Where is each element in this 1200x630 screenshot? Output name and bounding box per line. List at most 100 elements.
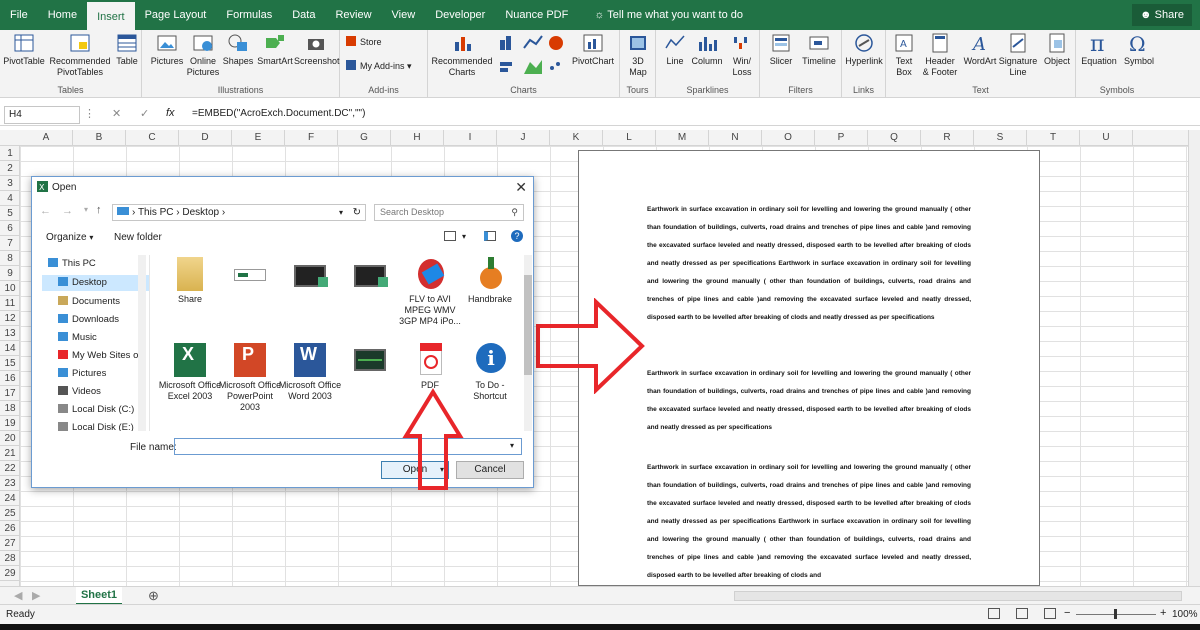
column-header[interactable]: R bbox=[921, 130, 974, 146]
row-header[interactable]: 18 bbox=[0, 401, 20, 416]
store-button[interactable]: Store bbox=[346, 36, 382, 48]
row-header[interactable]: 2 bbox=[0, 161, 20, 176]
help-icon[interactable]: ? bbox=[511, 230, 523, 242]
tab-home[interactable]: Home bbox=[38, 0, 87, 30]
row-header[interactable]: 12 bbox=[0, 311, 20, 326]
text-box-button[interactable]: A Text Box bbox=[890, 32, 918, 78]
share-button[interactable]: ☻ Share bbox=[1132, 4, 1192, 26]
row-header[interactable]: 17 bbox=[0, 386, 20, 401]
forward-icon[interactable]: → bbox=[62, 205, 73, 217]
column-header[interactable]: F bbox=[285, 130, 338, 146]
tree-item-my-web-sites[interactable]: My Web Sites on bbox=[58, 350, 144, 361]
refresh-icon[interactable]: ↻ bbox=[353, 205, 361, 220]
column-header[interactable]: T bbox=[1027, 130, 1080, 146]
equation-button[interactable]: π Equation bbox=[1078, 32, 1120, 67]
timeline-button[interactable]: Timeline bbox=[798, 32, 840, 67]
table-button[interactable]: Table bbox=[114, 32, 140, 67]
slicer-button[interactable]: Slicer bbox=[766, 32, 796, 67]
row-header[interactable]: 4 bbox=[0, 191, 20, 206]
shapes-button[interactable]: Shapes bbox=[222, 32, 254, 67]
file-item-powerpoint-2003[interactable]: P Microsoft Office PowerPoint 2003 bbox=[218, 343, 282, 413]
tree-item-music[interactable]: Music bbox=[58, 332, 97, 343]
column-header[interactable]: L bbox=[603, 130, 656, 146]
cancel-icon[interactable]: ✕ bbox=[112, 107, 121, 120]
chevron-down-icon[interactable]: ▾ bbox=[339, 205, 343, 220]
smartart-button[interactable]: SmartArt bbox=[256, 32, 294, 67]
zoom-out-icon[interactable]: − bbox=[1064, 607, 1070, 619]
recommended-pivottables-button[interactable]: Recommended PivotTables bbox=[48, 32, 112, 78]
column-header[interactable]: U bbox=[1080, 130, 1133, 146]
organize-button[interactable]: Organize ▾ bbox=[46, 232, 93, 243]
file-item-flv-converter[interactable]: FLV to AVI MPEG WMV 3GP MP4 iPo... bbox=[398, 257, 462, 327]
file-item-video[interactable] bbox=[278, 257, 342, 294]
column-header[interactable]: E bbox=[232, 130, 285, 146]
file-item-word-2003[interactable]: W Microsoft Office Word 2003 bbox=[278, 343, 342, 402]
pivottable-button[interactable]: PivotTable bbox=[2, 32, 46, 67]
row-header[interactable]: 25 bbox=[0, 506, 20, 521]
column-header[interactable]: I bbox=[444, 130, 497, 146]
column-header[interactable]: P bbox=[815, 130, 868, 146]
column-header[interactable]: M bbox=[656, 130, 709, 146]
prev-sheet-icon[interactable]: ◀ bbox=[14, 589, 22, 602]
column-header[interactable]: G bbox=[338, 130, 391, 146]
recommended-charts-button[interactable]: Recommended Charts bbox=[430, 32, 494, 78]
navigation-scrollbar[interactable] bbox=[138, 255, 146, 431]
zoom-slider-thumb[interactable] bbox=[1114, 609, 1117, 619]
address-bar[interactable]: › This PC › Desktop › ▾ ↻ bbox=[112, 204, 366, 221]
insert-function-icon[interactable]: fx bbox=[166, 107, 175, 119]
tree-item-videos[interactable]: Videos bbox=[58, 386, 101, 397]
view-options-icon[interactable] bbox=[444, 231, 456, 241]
row-header[interactable]: 28 bbox=[0, 551, 20, 566]
column-header[interactable]: A bbox=[20, 130, 73, 146]
file-item-monitor[interactable] bbox=[338, 343, 402, 380]
signature-line-button[interactable]: Signature Line bbox=[998, 32, 1038, 78]
chevron-down-icon[interactable]: ▾ bbox=[462, 232, 466, 241]
3d-map-button[interactable]: 3D Map bbox=[624, 32, 652, 78]
tree-item-this-pc[interactable]: This PC bbox=[48, 258, 96, 269]
zoom-in-icon[interactable]: + bbox=[1160, 607, 1166, 619]
tell-me-search[interactable]: ☼ Tell me what you want to do bbox=[578, 0, 743, 30]
row-header[interactable]: 14 bbox=[0, 341, 20, 356]
row-header[interactable]: 1 bbox=[0, 146, 20, 161]
page-break-view-icon[interactable] bbox=[1044, 608, 1056, 619]
file-item-todo-shortcut[interactable]: i To Do - Shortcut bbox=[458, 343, 522, 402]
file-item-excel-shortcut[interactable] bbox=[218, 257, 282, 294]
sparkline-winloss-button[interactable]: Win/ Loss bbox=[726, 32, 758, 78]
row-header[interactable]: 16 bbox=[0, 371, 20, 386]
tab-file[interactable]: File bbox=[0, 0, 38, 30]
next-sheet-icon[interactable]: ▶ bbox=[32, 589, 40, 602]
chart-type-gallery[interactable] bbox=[498, 34, 566, 78]
column-header[interactable]: S bbox=[974, 130, 1027, 146]
symbol-button[interactable]: Ω Symbol bbox=[1122, 32, 1156, 67]
my-add-ins-button[interactable]: My Add-ins ▾ bbox=[346, 60, 412, 72]
object-button[interactable]: Object bbox=[1040, 32, 1074, 67]
chevron-down-icon[interactable]: ▾ bbox=[84, 205, 88, 214]
pivotchart-button[interactable]: PivotChart bbox=[570, 32, 616, 67]
up-folder-icon[interactable]: ↑ bbox=[96, 204, 102, 216]
tree-item-downloads[interactable]: Downloads bbox=[58, 314, 119, 325]
column-header[interactable]: C bbox=[126, 130, 179, 146]
column-header[interactable]: Q bbox=[868, 130, 921, 146]
file-item-video[interactable] bbox=[338, 257, 402, 294]
row-header[interactable]: 20 bbox=[0, 431, 20, 446]
tab-data[interactable]: Data bbox=[282, 0, 325, 30]
row-header[interactable]: 23 bbox=[0, 476, 20, 491]
row-header[interactable]: 26 bbox=[0, 521, 20, 536]
column-header[interactable]: J bbox=[497, 130, 550, 146]
zoom-level[interactable]: 100% bbox=[1172, 609, 1198, 620]
normal-view-icon[interactable] bbox=[988, 608, 1000, 619]
tree-item-local-disk-c[interactable]: Local Disk (C:) bbox=[58, 404, 134, 415]
column-header[interactable]: B bbox=[73, 130, 126, 146]
file-item-share[interactable]: Share bbox=[158, 257, 222, 305]
formula-input[interactable]: =EMBED("AcroExch.Document.DC","") bbox=[192, 108, 365, 119]
column-header[interactable]: H bbox=[391, 130, 444, 146]
file-list-scrollbar[interactable] bbox=[524, 255, 532, 431]
row-header[interactable]: 27 bbox=[0, 536, 20, 551]
horizontal-scrollbar[interactable] bbox=[734, 591, 1182, 601]
header-footer-button[interactable]: Header & Footer bbox=[920, 32, 960, 78]
screenshot-button[interactable]: Screenshot bbox=[294, 32, 340, 67]
tree-item-desktop[interactable]: Desktop bbox=[42, 275, 149, 291]
preview-pane-icon[interactable] bbox=[484, 231, 496, 241]
file-name-input[interactable] bbox=[174, 438, 522, 455]
row-header[interactable]: 19 bbox=[0, 416, 20, 431]
